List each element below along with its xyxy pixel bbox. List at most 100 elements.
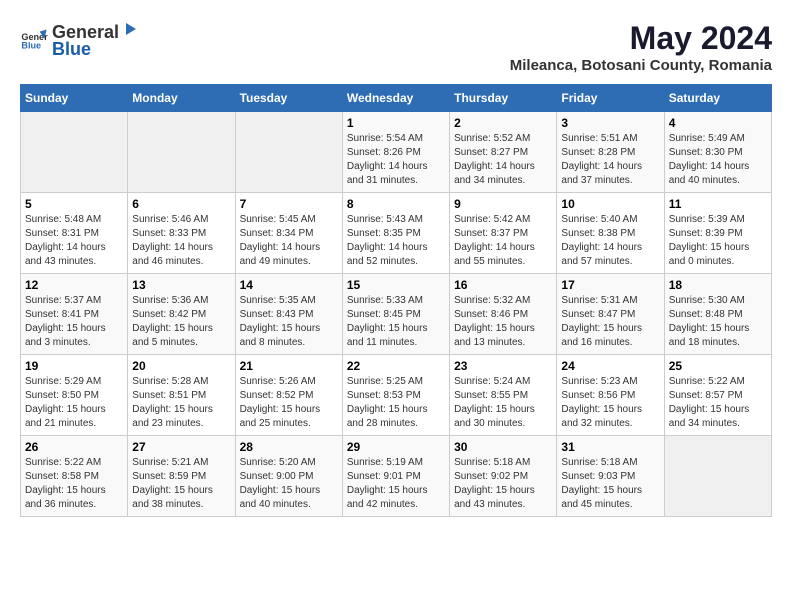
calendar-week-row: 26 Sunrise: 5:22 AMSunset: 8:58 PMDayligh… [21, 436, 772, 517]
day-info: Sunrise: 5:19 AMSunset: 9:01 PMDaylight:… [347, 456, 445, 512]
day-number: 22 [347, 359, 445, 373]
day-info: Sunrise: 5:25 AMSunset: 8:53 PMDaylight:… [347, 375, 445, 431]
calendar-header-thursday: Thursday [450, 85, 557, 112]
day-info: Sunrise: 5:39 AMSunset: 8:39 PMDaylight:… [669, 213, 767, 269]
day-info: Sunrise: 5:49 AMSunset: 8:30 PMDaylight:… [669, 132, 767, 188]
calendar-cell: 27 Sunrise: 5:21 AMSunset: 8:59 PMDayligh… [128, 436, 235, 517]
day-number: 14 [240, 278, 338, 292]
day-number: 21 [240, 359, 338, 373]
calendar-cell: 25Sunrise: 5:22 AMSunset: 8:57 PMDayligh… [664, 355, 771, 436]
day-number: 25 [669, 359, 767, 373]
day-number: 2 [454, 116, 552, 130]
calendar-cell: 15 Sunrise: 5:33 AMSunset: 8:45 PMDayligh… [342, 274, 449, 355]
calendar-cell: 12 Sunrise: 5:37 AMSunset: 8:41 PMDayligh… [21, 274, 128, 355]
calendar-cell [664, 436, 771, 517]
calendar-cell [21, 112, 128, 193]
day-info: Sunrise: 5:31 AMSunset: 8:47 PMDaylight:… [561, 294, 659, 350]
calendar-cell: 28 Sunrise: 5:20 AMSunset: 9:00 PMDayligh… [235, 436, 342, 517]
calendar-table: SundayMondayTuesdayWednesdayThursdayFrid… [20, 84, 772, 517]
day-info: Sunrise: 5:32 AMSunset: 8:46 PMDaylight:… [454, 294, 552, 350]
main-title: May 2024 [510, 20, 772, 57]
day-number: 7 [240, 197, 338, 211]
day-info: Sunrise: 5:54 AMSunset: 8:26 PMDaylight:… [347, 132, 445, 188]
calendar-week-row: 5Sunrise: 5:48 AMSunset: 8:31 PMDaylight… [21, 193, 772, 274]
calendar-cell: 13Sunrise: 5:36 AMSunset: 8:42 PMDayligh… [128, 274, 235, 355]
calendar-cell: 18Sunrise: 5:30 AMSunset: 8:48 PMDayligh… [664, 274, 771, 355]
day-info: Sunrise: 5:28 AMSunset: 8:51 PMDaylight:… [132, 375, 230, 431]
day-info: Sunrise: 5:23 AMSunset: 8:56 PMDaylight:… [561, 375, 659, 431]
day-number: 17 [561, 278, 659, 292]
calendar-cell: 21 Sunrise: 5:26 AMSunset: 8:52 PMDayligh… [235, 355, 342, 436]
day-info: Sunrise: 5:18 AMSunset: 9:03 PMDaylight:… [561, 456, 659, 512]
calendar-cell: 22 Sunrise: 5:25 AMSunset: 8:53 PMDayligh… [342, 355, 449, 436]
calendar-cell: 1Sunrise: 5:54 AMSunset: 8:26 PMDaylight… [342, 112, 449, 193]
day-number: 19 [25, 359, 123, 373]
calendar-cell: 11 Sunrise: 5:39 AMSunset: 8:39 PMDayligh… [664, 193, 771, 274]
day-info: Sunrise: 5:30 AMSunset: 8:48 PMDaylight:… [669, 294, 767, 350]
calendar-cell: 24Sunrise: 5:23 AMSunset: 8:56 PMDayligh… [557, 355, 664, 436]
logo-icon: General Blue [20, 26, 48, 54]
day-number: 12 [25, 278, 123, 292]
day-info: Sunrise: 5:48 AMSunset: 8:31 PMDaylight:… [25, 213, 123, 269]
day-info: Sunrise: 5:43 AMSunset: 8:35 PMDaylight:… [347, 213, 445, 269]
title-block: May 2024 Mileanca, Botosani County, Roma… [510, 20, 772, 74]
day-info: Sunrise: 5:37 AMSunset: 8:41 PMDaylight:… [25, 294, 123, 350]
day-info: Sunrise: 5:22 AMSunset: 8:58 PMDaylight:… [25, 456, 123, 512]
day-number: 26 [25, 440, 123, 454]
calendar-cell: 10 Sunrise: 5:40 AMSunset: 8:38 PMDayligh… [557, 193, 664, 274]
day-number: 9 [454, 197, 552, 211]
day-number: 23 [454, 359, 552, 373]
calendar-cell: 2 Sunrise: 5:52 AMSunset: 8:27 PMDaylight… [450, 112, 557, 193]
day-number: 11 [669, 197, 767, 211]
day-info: Sunrise: 5:35 AMSunset: 8:43 PMDaylight:… [240, 294, 338, 350]
calendar-week-row: 12 Sunrise: 5:37 AMSunset: 8:41 PMDayligh… [21, 274, 772, 355]
day-number: 15 [347, 278, 445, 292]
calendar-cell: 9 Sunrise: 5:42 AMSunset: 8:37 PMDaylight… [450, 193, 557, 274]
calendar-cell [128, 112, 235, 193]
calendar-header-sunday: Sunday [21, 85, 128, 112]
calendar-header-wednesday: Wednesday [342, 85, 449, 112]
calendar-cell: 31 Sunrise: 5:18 AMSunset: 9:03 PMDayligh… [557, 436, 664, 517]
calendar-cell: 7 Sunrise: 5:45 AMSunset: 8:34 PMDaylight… [235, 193, 342, 274]
day-info: Sunrise: 5:40 AMSunset: 8:38 PMDaylight:… [561, 213, 659, 269]
day-info: Sunrise: 5:21 AMSunset: 8:59 PMDaylight:… [132, 456, 230, 512]
page-header: General Blue General Blue May 2024 Milea… [20, 20, 772, 74]
calendar-cell [235, 112, 342, 193]
day-number: 20 [132, 359, 230, 373]
day-number: 6 [132, 197, 230, 211]
calendar-header-monday: Monday [128, 85, 235, 112]
calendar-cell: 5Sunrise: 5:48 AMSunset: 8:31 PMDaylight… [21, 193, 128, 274]
day-info: Sunrise: 5:52 AMSunset: 8:27 PMDaylight:… [454, 132, 552, 188]
calendar-cell: 4 Sunrise: 5:49 AMSunset: 8:30 PMDaylight… [664, 112, 771, 193]
calendar-cell: 20 Sunrise: 5:28 AMSunset: 8:51 PMDayligh… [128, 355, 235, 436]
day-number: 10 [561, 197, 659, 211]
day-info: Sunrise: 5:36 AMSunset: 8:42 PMDaylight:… [132, 294, 230, 350]
day-number: 8 [347, 197, 445, 211]
calendar-week-row: 1Sunrise: 5:54 AMSunset: 8:26 PMDaylight… [21, 112, 772, 193]
day-info: Sunrise: 5:42 AMSunset: 8:37 PMDaylight:… [454, 213, 552, 269]
logo-arrow-icon [121, 20, 139, 38]
day-info: Sunrise: 5:46 AMSunset: 8:33 PMDaylight:… [132, 213, 230, 269]
day-number: 27 [132, 440, 230, 454]
day-number: 3 [561, 116, 659, 130]
day-info: Sunrise: 5:45 AMSunset: 8:34 PMDaylight:… [240, 213, 338, 269]
calendar-cell: 8 Sunrise: 5:43 AMSunset: 8:35 PMDaylight… [342, 193, 449, 274]
calendar-cell: 19Sunrise: 5:29 AMSunset: 8:50 PMDayligh… [21, 355, 128, 436]
day-info: Sunrise: 5:26 AMSunset: 8:52 PMDaylight:… [240, 375, 338, 431]
day-number: 29 [347, 440, 445, 454]
day-info: Sunrise: 5:51 AMSunset: 8:28 PMDaylight:… [561, 132, 659, 188]
calendar-cell: 30Sunrise: 5:18 AMSunset: 9:02 PMDayligh… [450, 436, 557, 517]
day-number: 4 [669, 116, 767, 130]
subtitle: Mileanca, Botosani County, Romania [510, 57, 772, 74]
calendar-cell: 23Sunrise: 5:24 AMSunset: 8:55 PMDayligh… [450, 355, 557, 436]
day-info: Sunrise: 5:33 AMSunset: 8:45 PMDaylight:… [347, 294, 445, 350]
calendar-header-row: SundayMondayTuesdayWednesdayThursdayFrid… [21, 85, 772, 112]
calendar-cell: 3 Sunrise: 5:51 AMSunset: 8:28 PMDaylight… [557, 112, 664, 193]
day-number: 28 [240, 440, 338, 454]
day-number: 31 [561, 440, 659, 454]
day-info: Sunrise: 5:20 AMSunset: 9:00 PMDaylight:… [240, 456, 338, 512]
calendar-cell: 26 Sunrise: 5:22 AMSunset: 8:58 PMDayligh… [21, 436, 128, 517]
calendar-cell: 6 Sunrise: 5:46 AMSunset: 8:33 PMDaylight… [128, 193, 235, 274]
calendar-cell: 14 Sunrise: 5:35 AMSunset: 8:43 PMDayligh… [235, 274, 342, 355]
calendar-header-tuesday: Tuesday [235, 85, 342, 112]
